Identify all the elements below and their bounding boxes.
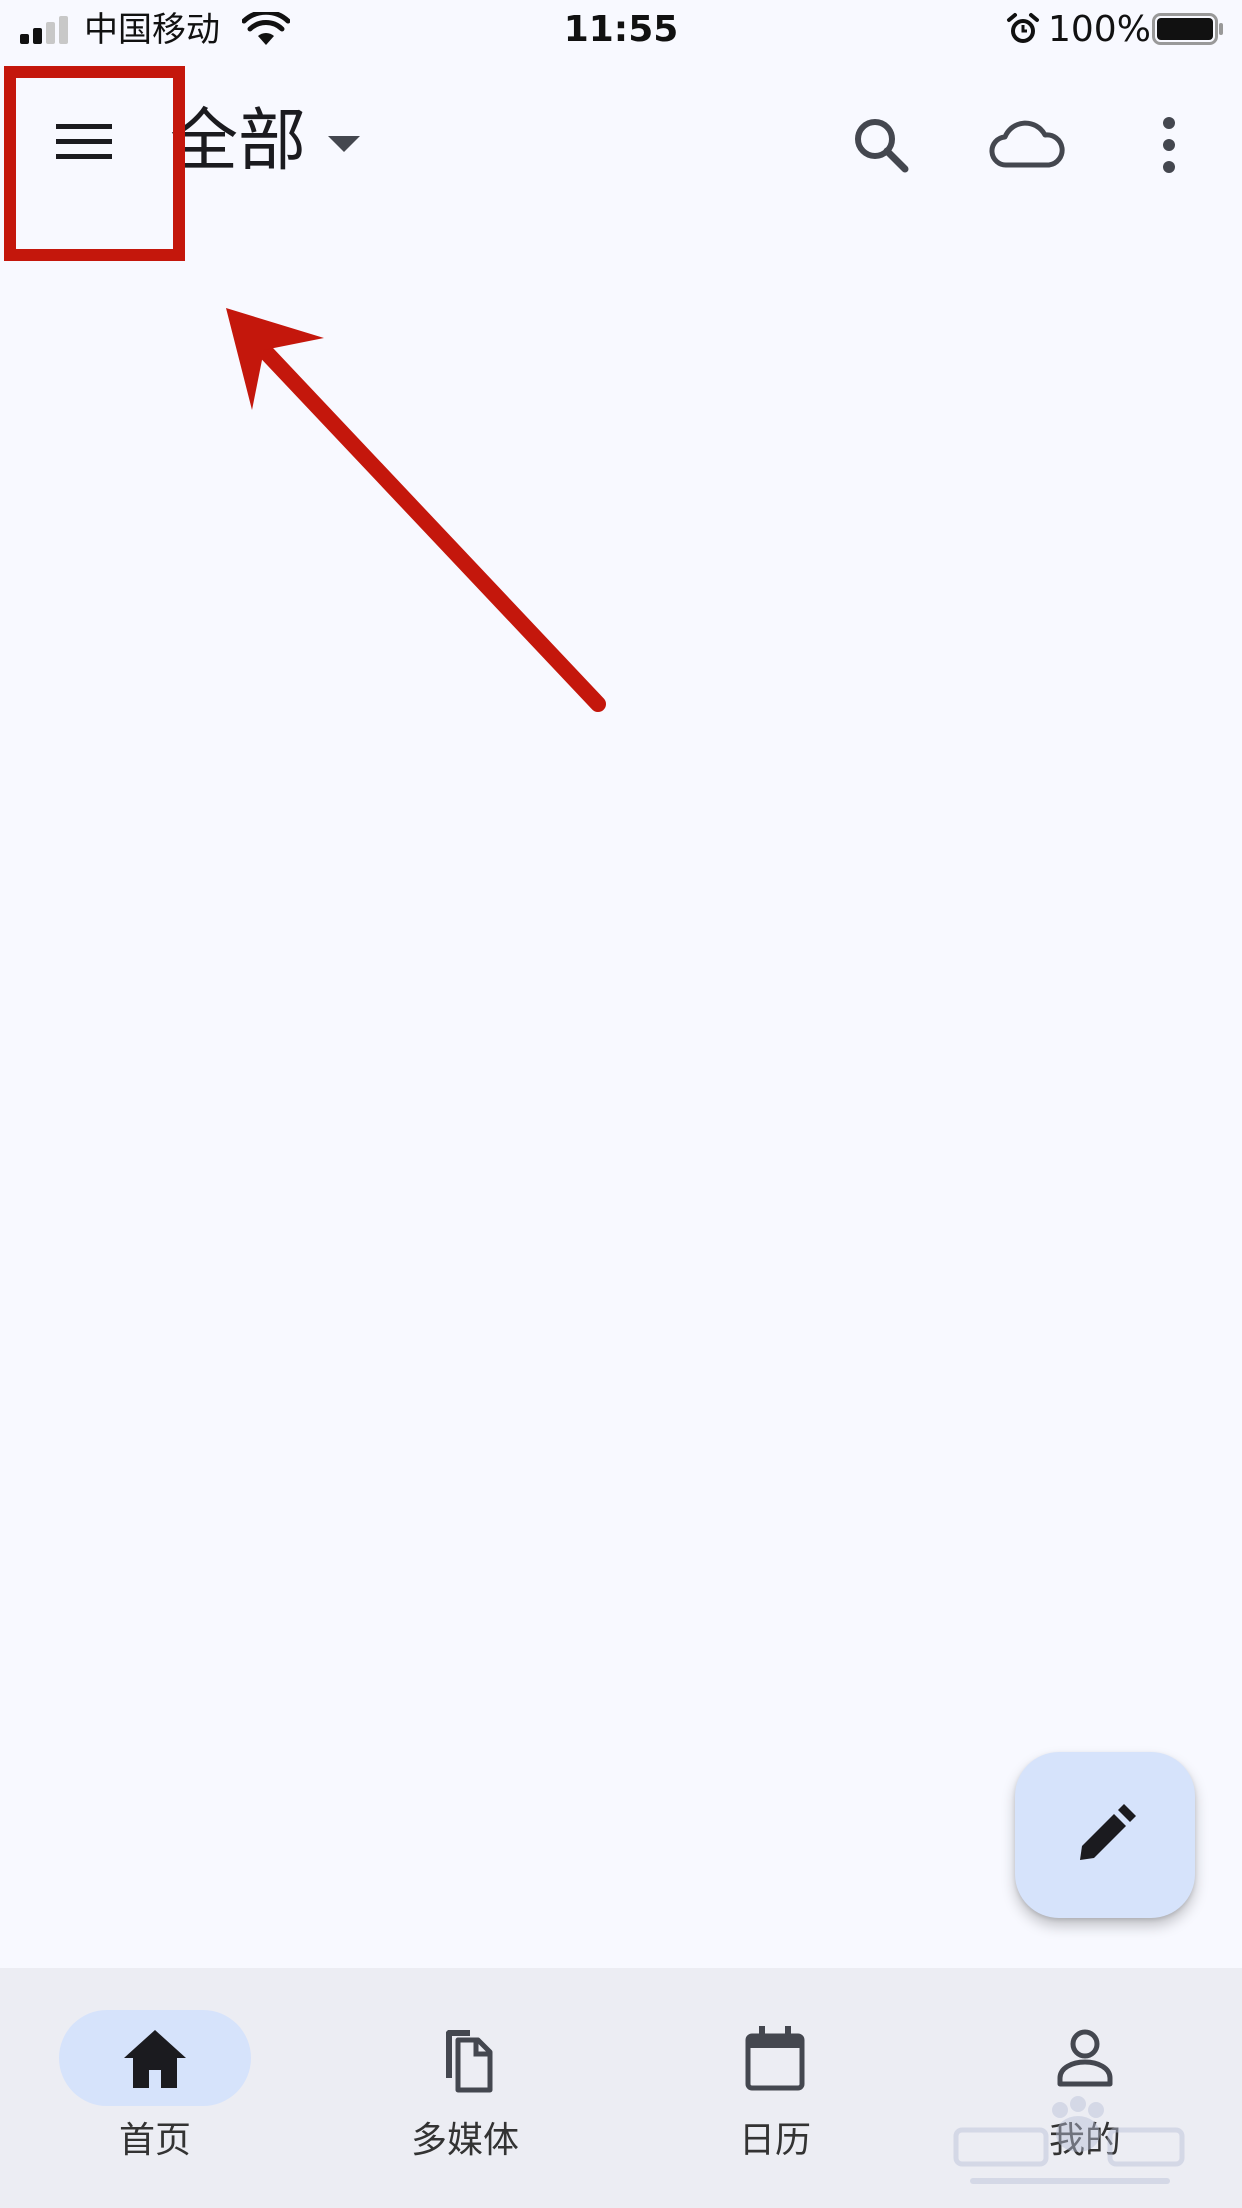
nav-item-profile[interactable]: 我的 — [930, 1968, 1240, 2208]
person-icon — [1057, 2029, 1113, 2087]
nav-item-calendar[interactable]: 日历 — [620, 1968, 930, 2208]
calendar-icon — [745, 2026, 805, 2091]
more-vert-icon — [1163, 117, 1175, 173]
battery-icon — [1152, 13, 1223, 45]
title-dropdown[interactable]: 全部 — [170, 92, 361, 192]
home-icon — [124, 2030, 186, 2088]
nav-item-home[interactable]: 首页 — [0, 1968, 310, 2208]
edit-pencil-icon — [1080, 1804, 1136, 1860]
nav-label-calendar: 日历 — [738, 2120, 811, 2161]
page-title: 全部 — [170, 102, 307, 181]
nav-label-media: 多媒体 — [410, 2120, 519, 2161]
menu-button[interactable] — [34, 72, 134, 212]
alarm-icon — [1007, 13, 1039, 43]
nav-label-home: 首页 — [118, 2120, 191, 2161]
menu-icon — [56, 124, 112, 159]
cloud-icon — [989, 120, 1065, 168]
media-copy-icon — [446, 2030, 493, 2093]
dropdown-caret-icon — [328, 136, 361, 152]
nav-label-profile: 我的 — [1048, 2120, 1121, 2161]
bottom-navigation: 首页 多媒体 日历 我的 — [0, 1968, 1242, 2208]
nav-item-media[interactable]: 多媒体 — [310, 1968, 620, 2208]
search-icon — [855, 119, 909, 173]
search-button[interactable] — [836, 100, 926, 190]
battery-percent: 100% — [1048, 9, 1151, 50]
status-bar: 中国移动 11:55 100% — [0, 0, 1242, 62]
more-options-button[interactable] — [1124, 100, 1214, 190]
cloud-sync-button[interactable] — [982, 100, 1072, 190]
compose-fab[interactable] — [1015, 1752, 1195, 1918]
